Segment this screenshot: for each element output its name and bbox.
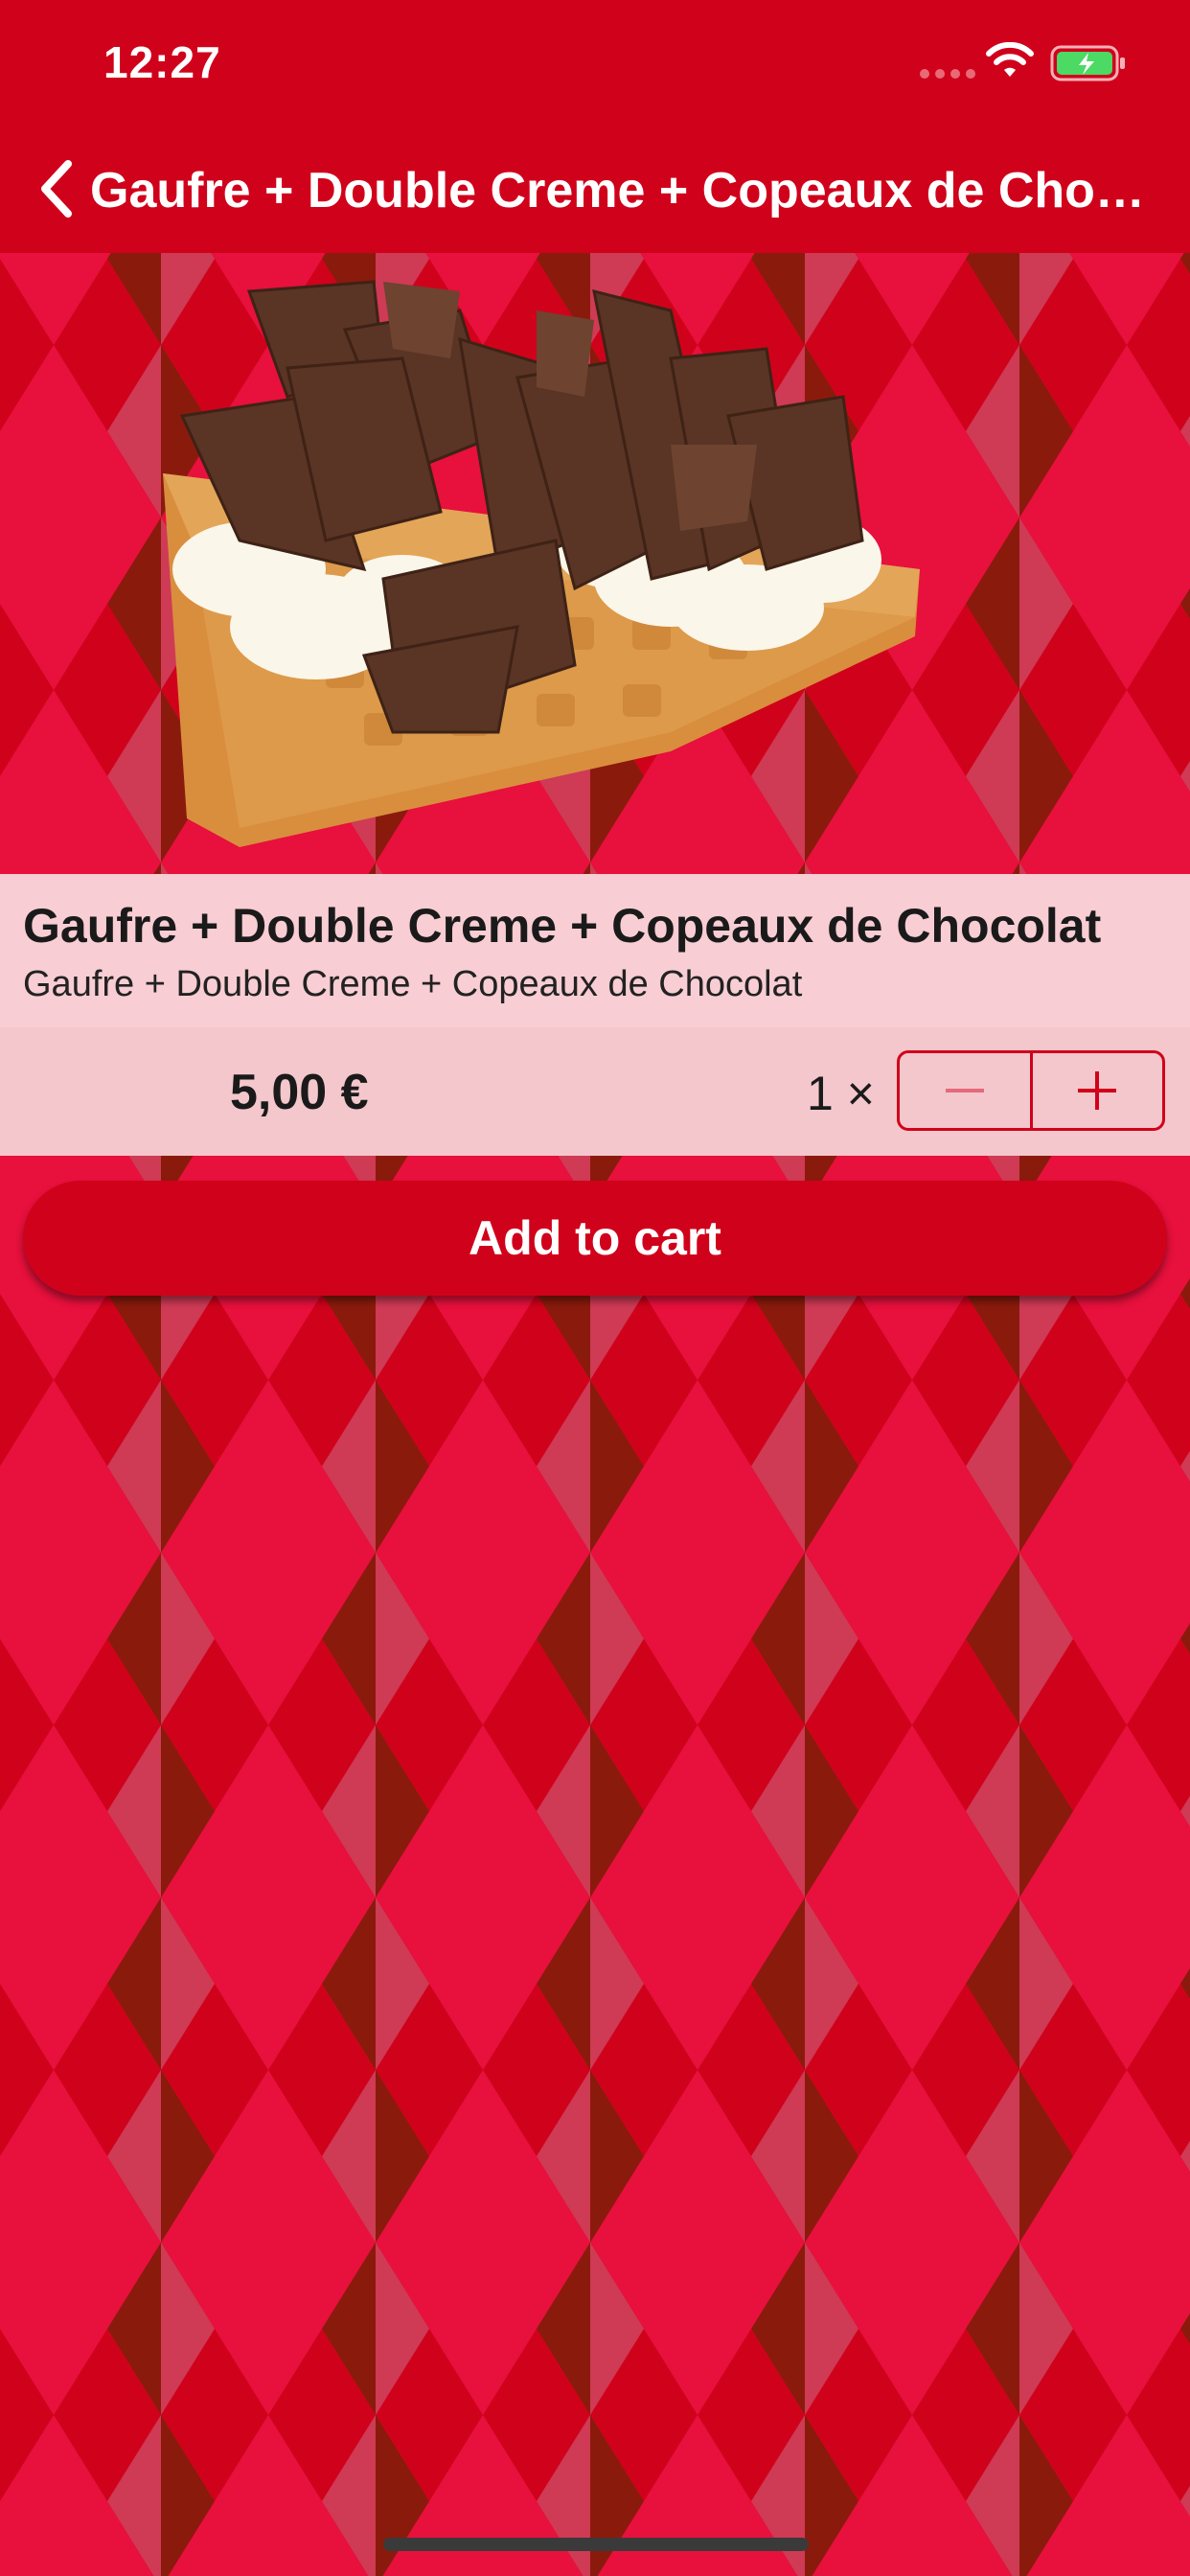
- add-to-cart-button[interactable]: Add to cart: [23, 1181, 1167, 1296]
- status-time: 12:27: [103, 37, 221, 87]
- chevron-left-icon: [41, 160, 72, 218]
- decrement-button[interactable]: [900, 1053, 1030, 1128]
- product-price: 5,00 €: [230, 1065, 369, 1120]
- plus-icon: [1078, 1071, 1117, 1110]
- increment-button[interactable]: [1029, 1053, 1163, 1128]
- home-indicator: [383, 2538, 809, 2551]
- top-bar: 12:27 Gaufre + Double Creme + Copeaux de…: [0, 0, 1190, 253]
- quantity-label: 1 ×: [807, 1067, 875, 1120]
- back-button[interactable]: [33, 155, 80, 222]
- wifi-icon: [986, 42, 1034, 77]
- nav-title: Gaufre + Double Creme + Copeaux de Choco…: [90, 163, 1154, 218]
- product-image: [0, 253, 1190, 874]
- quantity-stepper: [897, 1050, 1165, 1131]
- minus-icon: [945, 1089, 984, 1092]
- battery-charging-icon: [1050, 45, 1125, 81]
- product-description: Gaufre + Double Creme + Copeaux de Choco…: [23, 964, 803, 1004]
- product-name: Gaufre + Double Creme + Copeaux de Choco…: [23, 899, 1102, 953]
- price-quantity-row: 5,00 € 1 ×: [0, 1027, 1190, 1156]
- cellular-signal-icon: [920, 69, 975, 79]
- product-info: Gaufre + Double Creme + Copeaux de Choco…: [0, 874, 1190, 1027]
